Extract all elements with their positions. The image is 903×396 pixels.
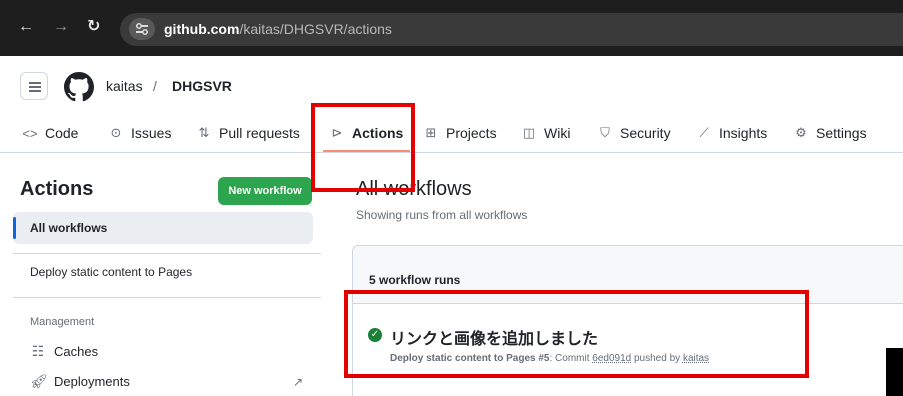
code-icon: <> [22, 125, 38, 141]
tab-code[interactable]: <> Code [22, 125, 78, 141]
gear-icon: ⚙ [795, 125, 807, 140]
sidebar-item-label: Deploy static content to Pages [30, 265, 193, 279]
tab-issues[interactable]: ⊙ Issues [108, 125, 172, 141]
tab-pull-requests[interactable]: ⇅ Pull requests [196, 125, 300, 141]
sidebar-item-deployments[interactable]: 🚀︎ Deployments [30, 373, 130, 390]
forward-icon[interactable]: → [53, 18, 69, 36]
back-icon[interactable]: ← [18, 18, 34, 36]
cache-icon: ☷ [31, 343, 45, 359]
tab-settings-label: Settings [816, 125, 867, 141]
tab-projects[interactable]: ⊞ Projects [423, 125, 497, 141]
tab-pull-requests-label: Pull requests [219, 125, 300, 141]
sidebar-item-label: Caches [54, 344, 99, 359]
sidebar-item-caches[interactable]: ☷ Caches [30, 343, 98, 360]
sidebar-item-label: All workflows [30, 221, 108, 235]
repo-separator: / [153, 78, 157, 94]
tab-projects-label: Projects [446, 125, 497, 141]
tab-settings[interactable]: ⚙ Settings [793, 125, 867, 141]
sidebar-item-all-workflows[interactable]: All workflows [13, 212, 313, 244]
overlay-fragment [886, 348, 903, 396]
tab-wiki[interactable]: ◫ Wiki [521, 125, 571, 141]
page-subtitle: Showing runs from all workflows [356, 208, 528, 222]
highlight-box-actions-tab [311, 103, 415, 192]
url-path: /kaitas/DHGSVR/actions [239, 21, 392, 37]
repo-name-link[interactable]: DHGSVR [172, 78, 232, 94]
menu-button[interactable] [20, 72, 48, 100]
shield-icon: ⛉ [600, 125, 610, 140]
sidebar-divider [13, 253, 321, 254]
repo-owner-link[interactable]: kaitas [106, 78, 143, 94]
tab-wiki-label: Wiki [544, 125, 571, 141]
tab-insights-label: Insights [719, 125, 768, 141]
tab-issues-label: Issues [131, 125, 172, 141]
tab-security-label: Security [620, 125, 671, 141]
pull-request-icon: ⇅ [198, 125, 210, 140]
highlight-box-workflow-run [344, 290, 809, 378]
management-heading: Management [30, 316, 95, 328]
book-icon: ◫ [522, 125, 536, 140]
browser-toolbar: ← → ↻ github.com/kaitas/DHGSVR/actions [0, 0, 903, 56]
site-settings-icon[interactable] [129, 18, 155, 40]
tab-insights[interactable]: ⟋ Insights [696, 125, 767, 141]
sidebar-item-label: Deployments [54, 374, 130, 389]
issue-circle-icon: ⊙ [110, 125, 122, 140]
address-bar[interactable]: github.com/kaitas/DHGSVR/actions [120, 13, 903, 46]
sidebar-item-deploy-pages[interactable]: Deploy static content to Pages [13, 256, 313, 288]
runs-count: 5 workflow runs [369, 273, 461, 287]
new-workflow-button[interactable]: New workflow [218, 177, 312, 205]
external-link-icon: ↗ [293, 375, 304, 389]
url-text: github.com/kaitas/DHGSVR/actions [164, 21, 392, 37]
github-logo-icon[interactable] [64, 72, 94, 107]
table-icon: ⊞ [425, 125, 437, 140]
rocket-icon: 🚀︎ [30, 373, 48, 389]
tab-security[interactable]: ⛉ Security [597, 125, 671, 141]
selected-indicator [13, 217, 16, 239]
sidebar-divider [13, 297, 321, 298]
repo-tabs: <> Code ⊙ Issues ⇅ Pull requests ⊳ Actio… [0, 113, 903, 153]
sidebar-title: Actions [20, 178, 94, 200]
reload-icon[interactable]: ↻ [87, 18, 100, 36]
graph-icon: ⟋ [699, 125, 709, 140]
tab-code-label: Code [45, 125, 79, 141]
url-host: github.com [164, 21, 240, 37]
